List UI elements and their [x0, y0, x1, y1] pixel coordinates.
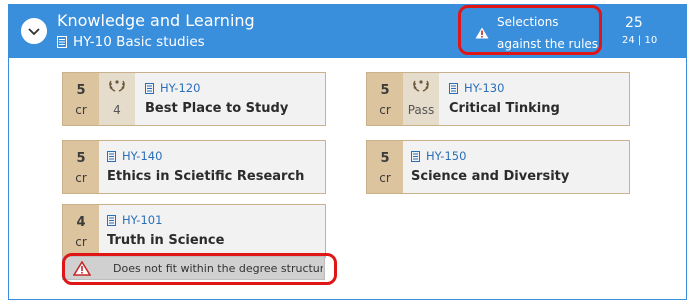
- course-card-hy-150[interactable]: 5 cr HY-150 Science and Diversity: [366, 140, 630, 194]
- course-code-label: HY-130: [464, 81, 505, 95]
- credits-badge: 4 cr: [63, 205, 99, 257]
- document-icon: [449, 82, 458, 94]
- document-icon: [107, 214, 116, 226]
- credits-value: 5: [76, 83, 86, 98]
- credits-value: 4: [76, 215, 86, 230]
- course-code-label: HY-150: [426, 149, 467, 163]
- course-card-hy-130[interactable]: 5 cr Pass HY-130 Critical Tinking: [366, 72, 630, 126]
- course-name: Science and Diversity: [411, 169, 570, 184]
- warning-text-line1: Selections: [497, 15, 559, 29]
- warning-icon: [73, 261, 91, 276]
- credits-total: 25: [625, 15, 643, 31]
- laurel-icon: [413, 80, 429, 92]
- course-code-label: HY-101: [122, 213, 163, 227]
- grade-badge: Pass: [403, 73, 439, 125]
- credits-badge: 5 cr: [367, 73, 403, 125]
- warning-icon: [475, 27, 489, 39]
- credits-unit: cr: [379, 171, 391, 185]
- credits-badge: 5 cr: [63, 73, 99, 125]
- credits-value: 5: [76, 151, 86, 166]
- credits-unit: cr: [379, 103, 391, 117]
- warning-text-line2: against the rules: [497, 37, 599, 51]
- module-subtitle: HY-10 Basic studies: [57, 34, 205, 50]
- course-name: Best Place to Study: [145, 101, 289, 116]
- course-code-label: HY-140: [122, 149, 163, 163]
- module-header: Knowledge and Learning HY-10 Basic studi…: [9, 5, 686, 58]
- course-card-hy-120[interactable]: 5 cr 4 HY-120 Best Place to Study: [62, 72, 326, 126]
- grade-badge: 4: [99, 73, 135, 125]
- document-icon: [411, 150, 420, 162]
- course-name: Truth in Science: [107, 233, 225, 248]
- course-code[interactable]: HY-150: [411, 149, 466, 163]
- course-code[interactable]: HY-140: [107, 149, 162, 163]
- credits-split: 24 | 10: [622, 35, 658, 46]
- course-warning-bar: Does not fit within the degree structure: [62, 256, 325, 280]
- collapse-toggle-button[interactable]: [21, 18, 47, 44]
- credits-unit: cr: [75, 103, 87, 117]
- document-icon: [107, 150, 116, 162]
- credits-value: 5: [380, 83, 390, 98]
- rules-warning[interactable]: Selections against the rules: [467, 13, 599, 57]
- laurel-icon: [109, 80, 125, 92]
- grade-value: Pass: [407, 103, 435, 117]
- credits-value: 5: [380, 151, 390, 166]
- credits-unit: cr: [75, 171, 87, 185]
- course-code-label: HY-120: [160, 81, 201, 95]
- module-title[interactable]: Knowledge and Learning: [57, 11, 255, 30]
- course-card-hy-101[interactable]: 4 cr HY-101 Truth in Science: [62, 204, 326, 258]
- credits-badge: 5 cr: [63, 141, 99, 193]
- course-code[interactable]: HY-130: [449, 81, 504, 95]
- grade-value: 4: [113, 103, 121, 117]
- chevron-down-icon: [28, 28, 40, 36]
- course-code[interactable]: HY-101: [107, 213, 162, 227]
- document-icon: [145, 82, 154, 94]
- course-name: Ethics in Scietific Research: [107, 169, 305, 184]
- course-name: Critical Tinking: [449, 101, 560, 116]
- course-code[interactable]: HY-120: [145, 81, 200, 95]
- credits-badge: 5 cr: [367, 141, 403, 193]
- course-warning-text: Does not fit within the degree structure: [113, 262, 323, 275]
- document-icon: [57, 36, 67, 48]
- course-card-hy-140[interactable]: 5 cr HY-140 Ethics in Scietific Research: [62, 140, 326, 194]
- credits-unit: cr: [75, 235, 87, 249]
- module-code-label: HY-10 Basic studies: [73, 34, 205, 50]
